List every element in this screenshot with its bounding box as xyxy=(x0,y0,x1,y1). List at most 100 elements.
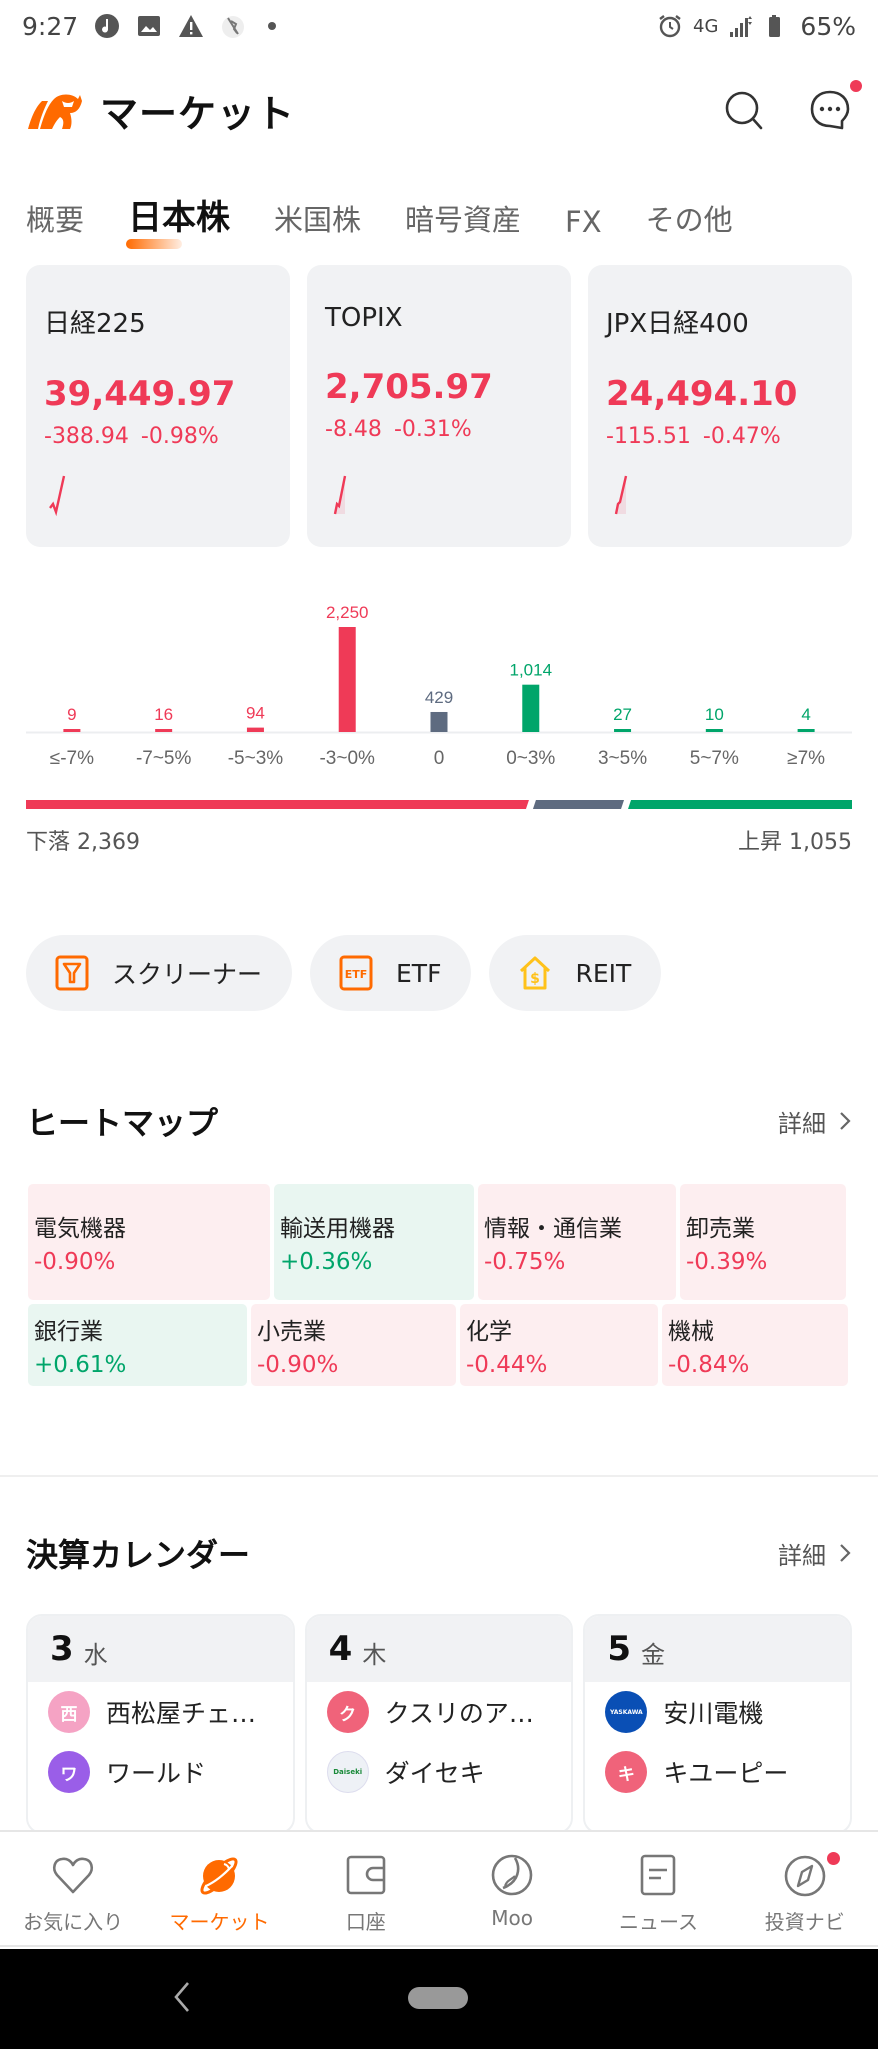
earnings-company[interactable]: YASKAWA 安川電機 xyxy=(585,1682,850,1742)
advancers-segment xyxy=(628,800,852,809)
sector-change: -0.90% xyxy=(257,1352,339,1378)
nav-market[interactable]: マーケット xyxy=(146,1832,292,1945)
sector-name: 輸送用機器 xyxy=(280,1216,395,1242)
index-change: -388.94 xyxy=(44,424,129,449)
tab-others[interactable]: その他 xyxy=(646,197,733,245)
bar-value-label: 4 xyxy=(801,705,810,724)
distribution-bar xyxy=(338,627,356,732)
heatmap-cell[interactable]: 化学 -0.44% xyxy=(460,1304,658,1386)
heatmap-cell[interactable]: 輸送用機器 +0.36% xyxy=(274,1184,474,1300)
nav-account[interactable]: 口座 xyxy=(293,1832,439,1945)
index-name: JPX日経400 xyxy=(606,309,749,339)
calendar-day: 4 xyxy=(328,1629,353,1669)
nav-favorites[interactable]: お気に入り xyxy=(0,1832,146,1945)
index-card-topix[interactable]: TOPIX 2,705.97 -8.48 -0.31% xyxy=(307,265,571,547)
heatmap-cell[interactable]: 卸売業 -0.39% xyxy=(680,1184,846,1300)
earnings-company[interactable]: Daiseki ダイセキ xyxy=(307,1742,572,1802)
company-logo-icon: キ xyxy=(605,1751,648,1793)
nav-label: 口座 xyxy=(345,1910,386,1934)
tab-fx[interactable]: FX xyxy=(565,205,602,245)
sector-name: 化学 xyxy=(466,1319,512,1345)
sparkline xyxy=(614,475,628,515)
earnings-details-link[interactable]: 詳細 xyxy=(778,1536,852,1571)
sparkline xyxy=(333,475,347,515)
index-cards: 日経225 39,449.97 -388.94 -0.98% TOPIX 2,7… xyxy=(26,265,852,547)
tab-us-stocks[interactable]: 米国株 xyxy=(274,197,361,245)
back-icon[interactable] xyxy=(170,1979,194,2015)
company-name: クスリのア… xyxy=(384,1699,534,1728)
tab-overview[interactable]: 概要 xyxy=(26,197,84,245)
screener-filter-icon xyxy=(55,955,89,991)
index-price: 2,705.97 xyxy=(325,367,493,407)
bull-logo-icon xyxy=(28,94,82,129)
calendar-day-header[interactable]: 5 金 xyxy=(585,1616,851,1682)
heart-icon xyxy=(53,1857,94,1894)
category-label: -7~5% xyxy=(136,748,192,769)
app-header: マーケット xyxy=(0,70,878,150)
distribution-bar xyxy=(614,729,632,732)
breadth-labels: 下落 2,369 上昇 1,055 xyxy=(26,824,852,856)
category-label: 0 xyxy=(434,748,445,769)
calendar-day-header[interactable]: 4 木 xyxy=(306,1616,572,1682)
calendar-day-column: 5 金 YASKAWA 安川電機 キ キユーピー xyxy=(583,1614,853,1834)
screener-button[interactable]: スクリーナー xyxy=(26,935,293,1011)
reit-button[interactable]: $ REIT xyxy=(489,935,662,1011)
heatmap-title: ヒートマップ xyxy=(26,1104,219,1142)
earnings-company[interactable]: ワ ワールド xyxy=(28,1742,293,1802)
heatmap-cell[interactable]: 機械 -0.84% xyxy=(662,1304,848,1386)
breadth-bar-svg xyxy=(26,800,852,809)
earnings-company[interactable]: 西 西松屋チェ… xyxy=(28,1682,293,1742)
category-label: -5~3% xyxy=(228,748,284,769)
nav-moo[interactable]: Moo xyxy=(439,1832,585,1945)
messages-button[interactable] xyxy=(808,80,862,132)
distribution-bar xyxy=(522,684,540,732)
svg-text:$: $ xyxy=(531,971,541,987)
heatmap-cell[interactable]: 電気機器 -0.90% xyxy=(28,1184,270,1300)
earnings-company[interactable]: キ キユーピー xyxy=(585,1742,850,1802)
decliners-count: 2,369 xyxy=(77,830,140,855)
earnings-company[interactable]: ク クスリのア… xyxy=(307,1682,572,1742)
details-label: 詳細 xyxy=(778,1109,826,1138)
index-change: -115.51 xyxy=(606,424,691,449)
company-name: 西松屋チェ… xyxy=(106,1699,257,1728)
company-logo-icon: Daiseki xyxy=(326,1751,369,1793)
heatmap-cell[interactable]: 銀行業 +0.61% xyxy=(28,1304,247,1386)
category-label: ≤-7% xyxy=(50,748,94,769)
company-logo-icon: ワ xyxy=(48,1751,90,1793)
distribution-bar xyxy=(155,729,173,732)
earnings-header: 決算カレンダー 詳細 xyxy=(26,1530,852,1576)
heatmap-cell[interactable]: 情報・通信業 -0.75% xyxy=(478,1184,676,1300)
company-name: キユーピー xyxy=(663,1759,789,1788)
nav-label: 投資ナビ xyxy=(764,1910,845,1934)
tab-crypto[interactable]: 暗号資産 xyxy=(405,197,521,245)
advancers-label: 上昇 xyxy=(738,830,783,855)
etf-button[interactable]: ETF ETF xyxy=(310,935,472,1011)
index-card-jpx400[interactable]: JPX日経400 24,494.10 -115.51 -0.47% xyxy=(588,265,852,547)
home-button[interactable] xyxy=(408,1987,468,2009)
nav-invest-navi[interactable]: 投資ナビ xyxy=(732,1832,878,1945)
search-icon xyxy=(725,91,763,130)
network-type: 4G xyxy=(693,15,719,37)
calendar-weekday: 水 xyxy=(83,1640,108,1669)
tab-japan-stocks[interactable]: 日本株 xyxy=(126,190,230,249)
alarm-icon xyxy=(659,15,681,38)
index-price: 24,494.10 xyxy=(606,374,798,414)
company-logo-icon: YASKAWA xyxy=(605,1691,648,1733)
index-card-nikkei225[interactable]: 日経225 39,449.97 -388.94 -0.98% xyxy=(26,265,290,547)
index-name: TOPIX xyxy=(325,303,403,333)
chevron-right-icon xyxy=(840,1112,851,1130)
decliners-label: 下落 xyxy=(26,830,71,855)
sector-name: 銀行業 xyxy=(34,1319,103,1345)
search-button[interactable] xyxy=(722,88,766,132)
heatmap-cell[interactable]: 小売業 -0.90% xyxy=(251,1304,456,1386)
advancers-count: 1,055 xyxy=(789,830,852,855)
heatmap-details-link[interactable]: 詳細 xyxy=(778,1104,852,1139)
nav-news[interactable]: ニュース xyxy=(585,1832,731,1945)
calendar-day-header[interactable]: 3 水 xyxy=(28,1616,293,1682)
more-notifications-dot xyxy=(268,22,277,30)
unchanged-segment xyxy=(532,800,625,809)
market-tabs: 概要 日本株 米国株 暗号資産 FX その他 xyxy=(26,190,777,249)
distribution-chart-svg: 9 ≤-7% 16 -7~5% 94 -5~3% 2,250 -3~0% 429 0 1,014 0~… xyxy=(26,603,852,769)
reit-label: REIT xyxy=(575,958,632,988)
screener-label: スクリーナー xyxy=(112,960,263,989)
